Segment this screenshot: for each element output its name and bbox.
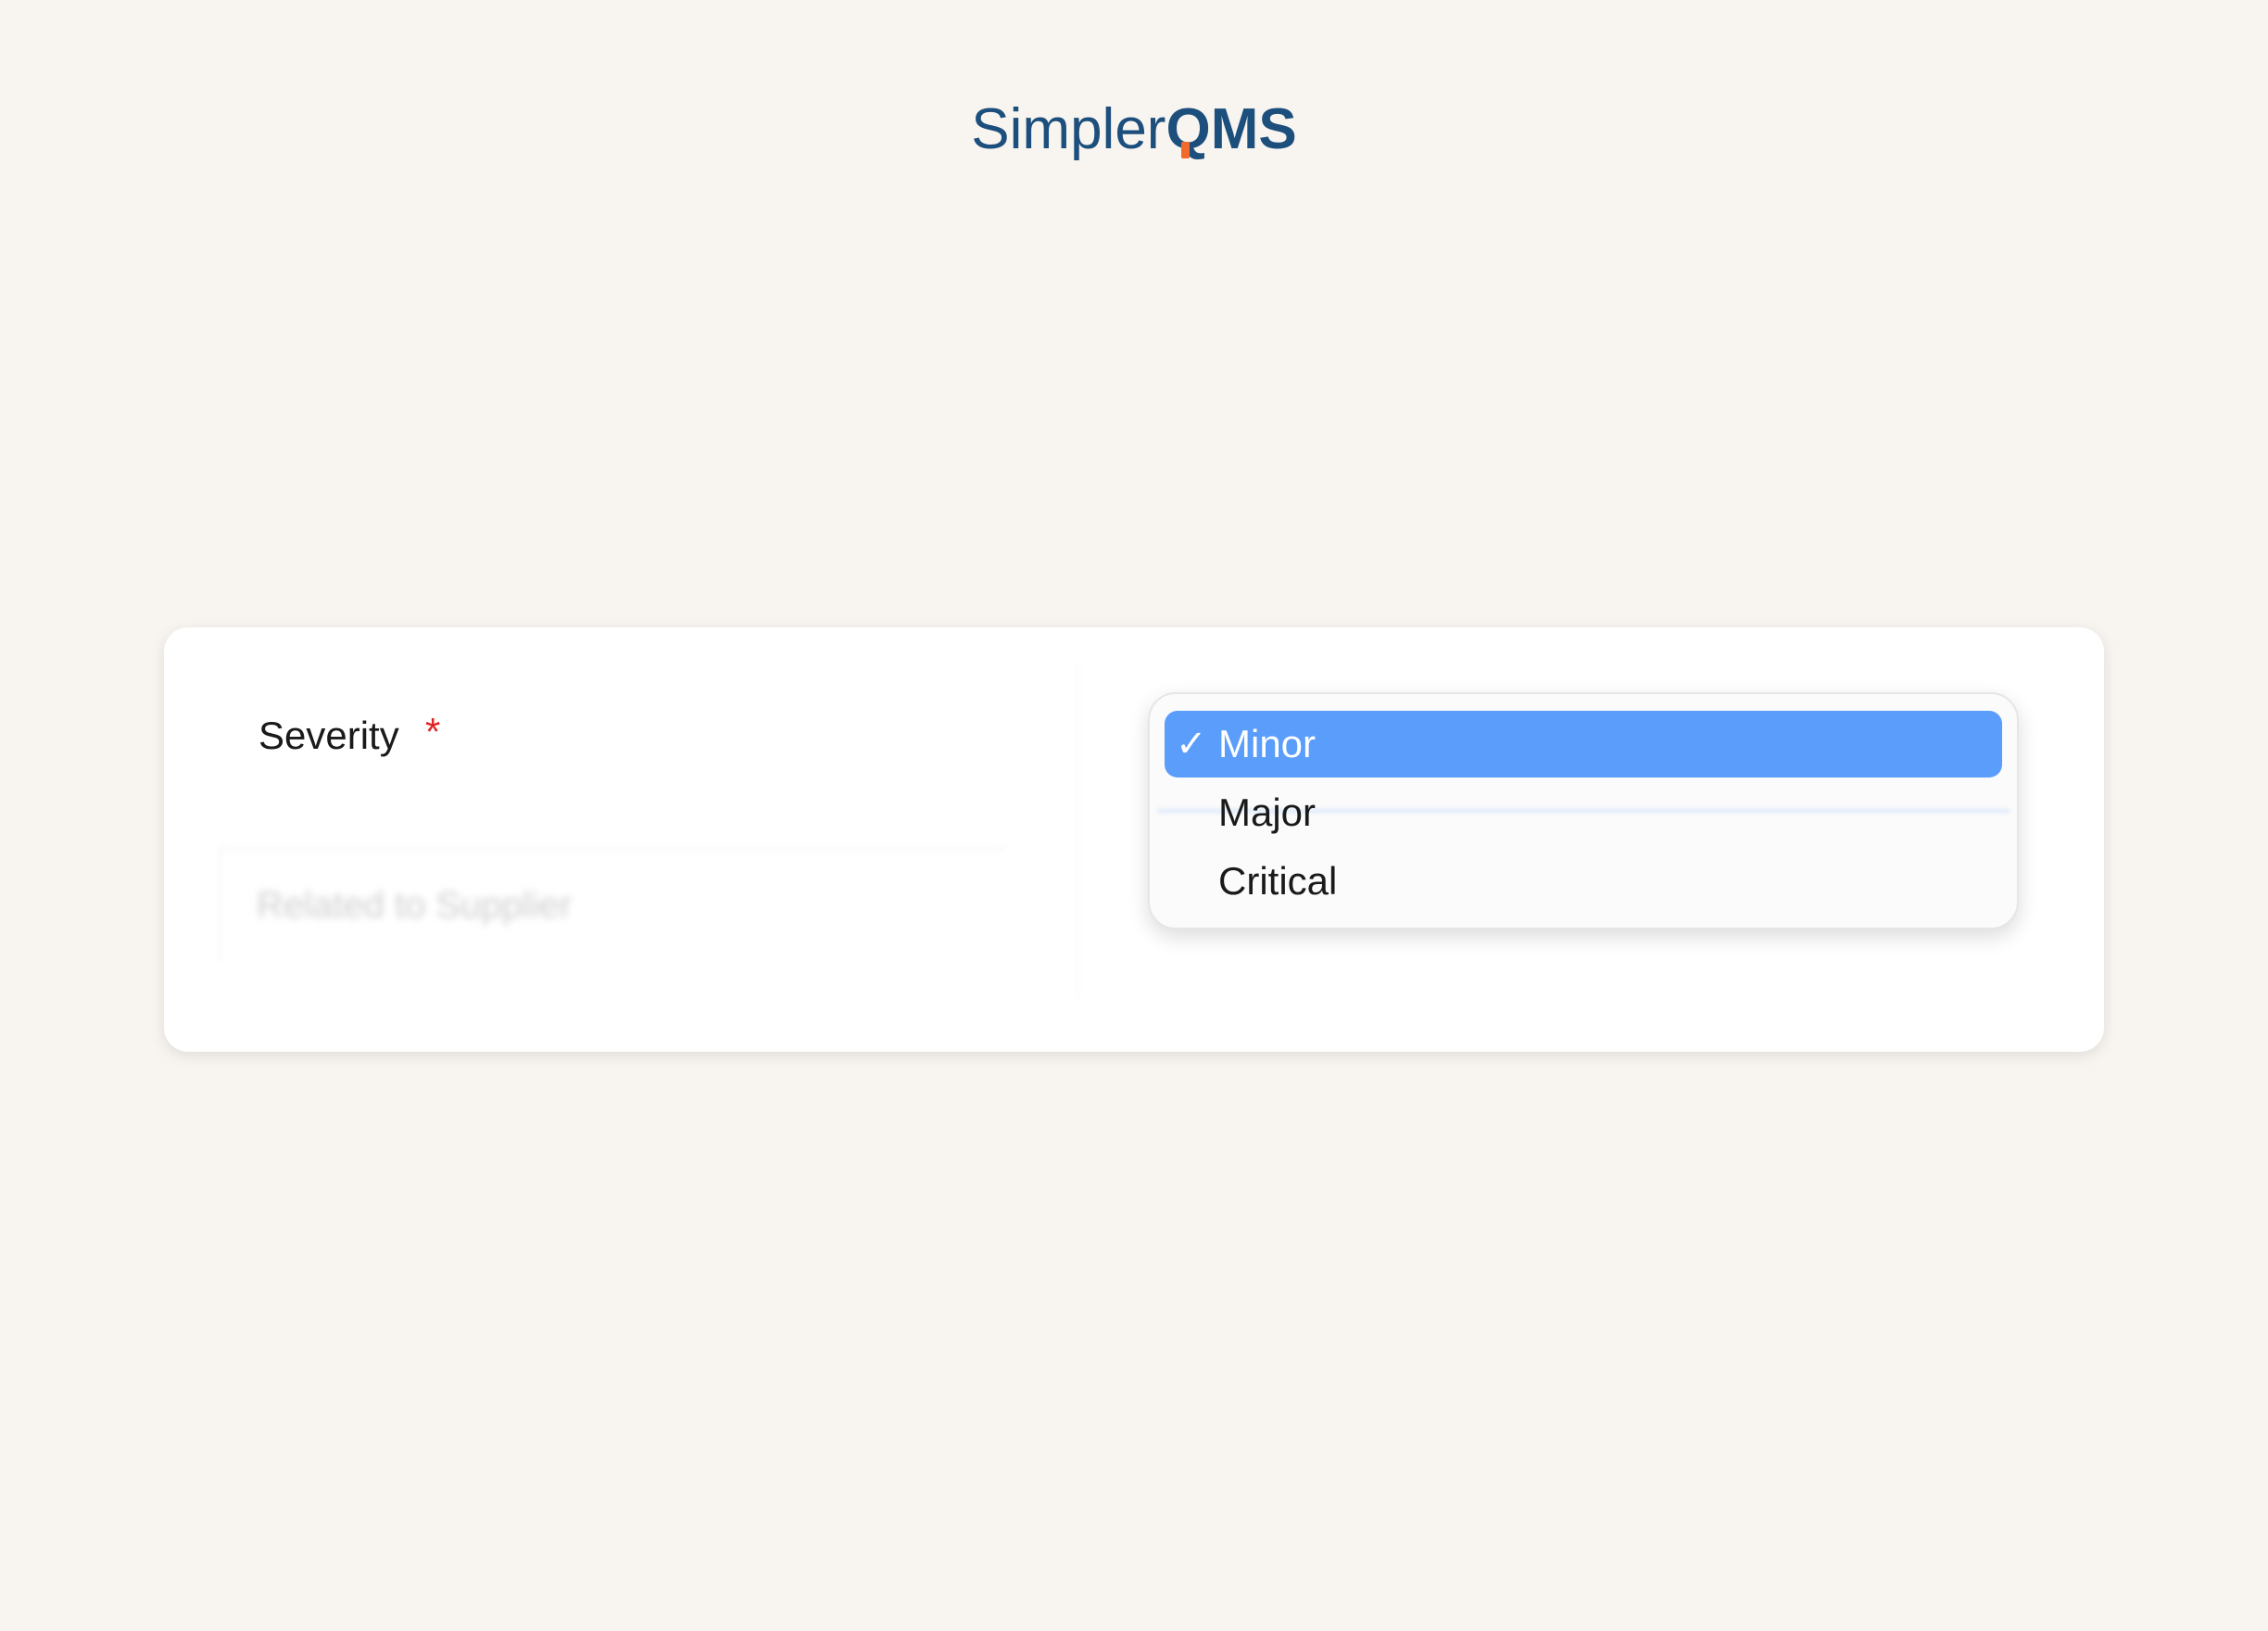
form-card: Severity * Related to Supplier ✓ Minor M… — [164, 627, 2104, 1052]
option-label: Minor — [1218, 722, 1317, 765]
simplerqms-logo: SimplerQMS — [0, 93, 2268, 167]
logo-text-simpler: Simpler — [971, 97, 1166, 161]
option-label: Major — [1218, 790, 1317, 834]
logo-text-qms: QMS — [1166, 97, 1296, 161]
checkmark-icon: ✓ — [1176, 724, 1207, 765]
logo-accent-mark — [1181, 142, 1191, 158]
severity-dropdown-menu[interactable]: ✓ Minor Major Critical — [1148, 692, 2019, 929]
related-to-supplier-placeholder: Related to Supplier — [257, 885, 573, 926]
severity-option-major[interactable]: Major — [1165, 779, 2002, 846]
severity-option-minor[interactable]: ✓ Minor — [1165, 711, 2002, 778]
required-indicator: * — [425, 710, 441, 753]
background-divider — [1077, 664, 1078, 998]
severity-label: Severity — [258, 714, 399, 757]
severity-option-critical[interactable]: Critical — [1165, 848, 2002, 915]
option-label: Critical — [1218, 859, 1338, 903]
